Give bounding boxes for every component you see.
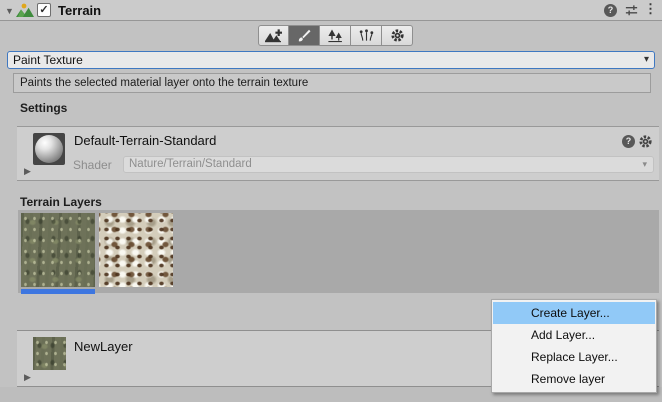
menu-item-replace-layer[interactable]: Replace Layer... bbox=[493, 346, 655, 368]
shader-dropdown[interactable]: Nature/Terrain/Standard ▾ bbox=[123, 156, 654, 173]
layer-editor-name: NewLayer bbox=[74, 339, 133, 354]
terrain-layer-gravel-thumbnail[interactable] bbox=[99, 213, 173, 287]
help-icon[interactable]: ? bbox=[604, 4, 617, 17]
component-foldout-icon[interactable]: ▼ bbox=[5, 6, 14, 16]
tool-description-box: Paints the selected material layer onto … bbox=[13, 73, 651, 93]
terrain-toolbar bbox=[258, 25, 413, 46]
component-title: Terrain bbox=[58, 3, 101, 18]
layer-editor-thumbnail[interactable] bbox=[33, 337, 66, 370]
terrain-inspector: ▼ ✓ Terrain ? ⋮ bbox=[0, 0, 662, 402]
menu-item-add-layer[interactable]: Add Layer... bbox=[493, 324, 655, 346]
shader-value: Nature/Terrain/Standard bbox=[129, 158, 252, 170]
dropdown-arrow-icon: ▾ bbox=[644, 52, 649, 68]
material-name: Default-Terrain-Standard bbox=[74, 133, 216, 148]
material-editor-box: Default-Terrain-Standard ▶ Shader Nature… bbox=[17, 126, 659, 181]
inspector-header: ▼ ✓ Terrain ? ⋮ bbox=[0, 0, 662, 21]
more-menu-icon[interactable]: ⋮ bbox=[644, 1, 656, 17]
material-gear-icon[interactable] bbox=[638, 134, 653, 149]
settings-section-label: Settings bbox=[20, 101, 67, 115]
dropdown-arrow-icon: ▾ bbox=[642, 157, 647, 172]
menu-item-remove-layer[interactable]: Remove layer bbox=[493, 368, 655, 390]
tool-paint-trees-button[interactable] bbox=[320, 25, 351, 46]
paint-mode-dropdown[interactable]: Paint Texture ▾ bbox=[7, 51, 655, 69]
layer-editor-foldout-icon[interactable]: ▶ bbox=[24, 372, 31, 382]
paint-mode-value: Paint Texture bbox=[13, 53, 83, 67]
tool-create-neighbor-terrains-button[interactable] bbox=[258, 25, 289, 46]
material-help-icon[interactable]: ? bbox=[622, 135, 635, 148]
terrain-layers-section-label: Terrain Layers bbox=[20, 195, 102, 209]
terrain-layers-palette bbox=[18, 210, 659, 293]
material-preview-sphere[interactable] bbox=[33, 133, 65, 165]
layer-context-menu: Create Layer... Add Layer... Replace Lay… bbox=[491, 299, 657, 393]
tool-paint-details-button[interactable] bbox=[351, 25, 382, 46]
component-enabled-checkbox[interactable]: ✓ bbox=[37, 3, 51, 17]
presets-icon[interactable] bbox=[624, 3, 639, 18]
terrain-component-icon bbox=[16, 3, 34, 18]
shader-label: Shader bbox=[73, 158, 112, 172]
terrain-layer-grass-thumbnail[interactable] bbox=[21, 213, 95, 287]
selected-layer-indicator bbox=[21, 289, 95, 294]
tool-terrain-settings-button[interactable] bbox=[382, 25, 413, 46]
material-foldout-icon[interactable]: ▶ bbox=[24, 166, 31, 176]
menu-item-create-layer[interactable]: Create Layer... bbox=[493, 302, 655, 324]
tool-description-text: Paints the selected material layer onto … bbox=[20, 77, 308, 89]
tool-paint-terrain-button[interactable] bbox=[289, 25, 320, 46]
